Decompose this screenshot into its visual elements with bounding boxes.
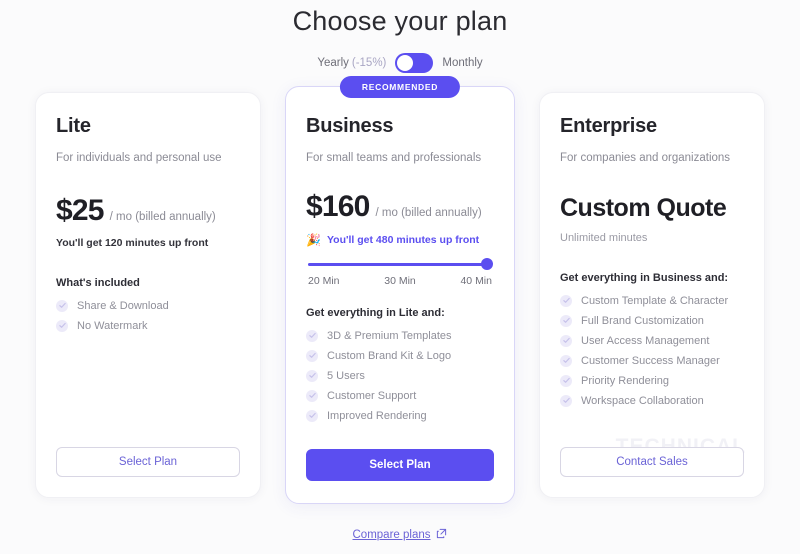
slider-tick-label: 40 Min [460,274,492,287]
check-circle-icon [560,374,572,387]
features-business: Get everything in Lite and: 3D & Premium… [306,307,494,422]
feature-item: 3D & Premium Templates [306,329,494,342]
feature-item: 5 Users [306,369,494,382]
select-plan-button-business[interactable]: Select Plan [306,449,494,481]
external-link-icon[interactable] [436,526,447,544]
feature-item: Customer Success Manager [560,354,744,367]
price-note-lite: You'll get 120 minutes up front [56,236,209,249]
slider-tick-label: 20 Min [308,274,340,287]
slider-tick-label: 30 Min [384,274,416,287]
plan-card-list: Lite For individuals and personal use $2… [0,76,800,504]
feature-label: User Access Management [581,334,710,347]
plan-card-lite[interactable]: Lite For individuals and personal use $2… [35,92,261,498]
check-circle-icon [56,299,68,312]
price-block-business: $160 / mo (billed annually) 🎉 You'll get… [306,190,494,247]
feature-item: Share & Download [56,299,240,312]
feature-label: Priority Rendering [581,374,670,387]
price-amount-business: $160 [306,189,370,223]
toggle-label-yearly-text: Yearly [317,57,349,69]
slider-ticks: 20 Min 30 Min 40 Min [308,275,492,287]
plan-description-enterprise: For companies and organizations [560,152,731,164]
feature-item: Priority Rendering [560,374,744,387]
price-note-enterprise: Unlimited minutes [560,231,648,244]
plan-name-enterprise: Enterprise [560,115,657,137]
feature-item: Custom Brand Kit & Logo [306,349,494,362]
slider-track[interactable] [308,258,493,271]
feature-item: No Watermark [56,319,240,332]
toggle-label-yearly[interactable]: Yearly (-15%) [317,57,386,69]
check-circle-icon [306,409,318,422]
feature-item: Customer Support [306,389,494,402]
feature-label: Improved Rendering [327,409,427,422]
billing-toggle-switch[interactable] [395,53,434,73]
footer: Compare plans [0,526,800,544]
plan-name-business: Business [306,115,394,137]
feature-label: 5 Users [327,369,365,382]
check-circle-icon [306,389,318,402]
price-amount-enterprise: Custom Quote [560,193,727,222]
feature-label: Customer Support [327,389,417,402]
price-amount-lite: $25 [56,193,104,227]
check-circle-icon [306,329,318,342]
feature-label: Workspace Collaboration [581,394,704,407]
feature-item: User Access Management [560,334,744,347]
check-circle-icon [560,354,572,367]
feature-item: Improved Rendering [306,409,494,422]
billing-period-toggle-row: Yearly (-15%) Monthly [0,53,800,73]
price-period-business: / mo (billed annually) [375,206,482,219]
features-title-lite: What's included [56,276,140,289]
compare-plans-link[interactable]: Compare plans [353,529,431,541]
features-lite: What's included Share & Download No Wate… [56,277,240,332]
check-circle-icon [306,369,318,382]
plan-description-lite: For individuals and personal use [56,152,222,164]
feature-label: No Watermark [77,319,148,332]
feature-label: Share & Download [77,299,169,312]
check-circle-icon [560,394,572,407]
plan-name-lite: Lite [56,115,91,137]
features-enterprise: Get everything in Business and: Custom T… [560,272,744,407]
slider-thumb[interactable] [481,258,493,271]
check-circle-icon [306,349,318,362]
feature-item: Custom Template & Character [560,294,744,307]
party-popper-icon: 🎉 [306,232,321,247]
pricing-page: Choose your plan Yearly (-15%) Monthly Li… [0,0,800,554]
price-note-business: 🎉 You'll get 480 minutes up front [306,233,494,247]
feature-label: Customer Success Manager [581,354,720,367]
check-circle-icon [56,319,68,332]
page-title: Choose your plan [292,6,508,36]
feature-label: 3D & Premium Templates [327,329,452,342]
recommended-badge: RECOMMENDED [339,76,461,98]
select-plan-button-lite[interactable]: Select Plan [56,447,240,477]
price-period-lite: / mo (billed annually) [109,210,216,223]
price-block-enterprise: Custom Quote Unlimited minutes [560,194,744,244]
check-circle-icon [560,314,572,327]
check-circle-icon [560,294,572,307]
feature-item: Workspace Collaboration [560,394,744,407]
check-circle-icon [560,334,572,347]
price-block-lite: $25 / mo (billed annually) You'll get 12… [56,194,240,249]
toggle-label-monthly[interactable]: Monthly [442,57,482,69]
contact-sales-button[interactable]: Contact Sales [560,447,744,477]
toggle-knob [397,55,414,71]
features-title-business: Get everything in Lite and: [306,306,445,319]
feature-label: Custom Brand Kit & Logo [327,349,452,362]
price-note-business-text: You'll get 480 minutes up front [326,233,480,246]
plan-card-enterprise[interactable]: Enterprise For companies and organizatio… [539,92,765,498]
toggle-discount-text: (-15%) [351,57,387,69]
minutes-slider[interactable]: 20 Min 30 Min 40 Min [306,258,494,287]
plan-description-business: For small teams and professionals [306,152,482,164]
features-title-enterprise: Get everything in Business and: [560,271,729,284]
plan-card-business[interactable]: RECOMMENDED Business For small teams and… [285,76,515,504]
feature-label: Custom Template & Character [581,294,729,307]
feature-item: Full Brand Customization [560,314,744,327]
feature-label: Full Brand Customization [581,314,704,327]
